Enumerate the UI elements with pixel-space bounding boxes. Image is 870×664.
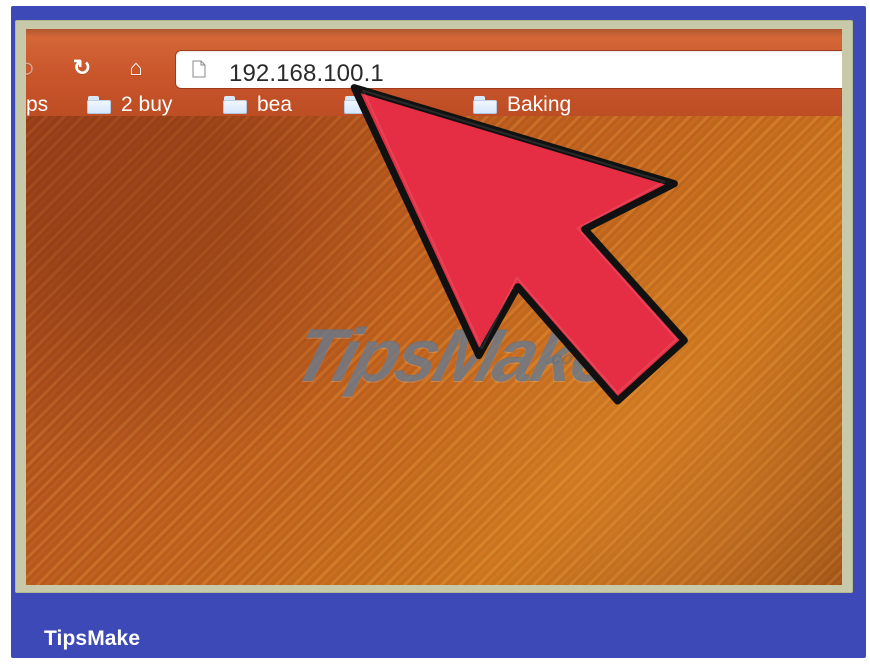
address-bar[interactable]: 192.168.100.1 (175, 50, 842, 89)
bookmark-label-2-buy: 2 buy (121, 92, 173, 116)
bookmark-ps[interactable]: ps (26, 93, 48, 116)
bookmark-label-bea: bea (257, 92, 293, 116)
reload-icon[interactable]: ↻ (69, 55, 95, 81)
bookmark-2-buy[interactable]: 2 buy (87, 93, 172, 116)
page-icon (192, 60, 206, 78)
toolbar-shadow (26, 29, 842, 37)
bookmark-bea[interactable]: bea (223, 93, 292, 116)
folder-icon (87, 95, 111, 114)
address-url: 192.168.100.1 (229, 60, 384, 87)
bookmark-label-ps: ps (26, 92, 49, 116)
folder-icon (344, 95, 368, 114)
bookmark-baking[interactable]: Baking (473, 93, 571, 116)
brand-caption: TipsMake (44, 627, 141, 650)
page-content-area: TipsMake .com (26, 116, 842, 585)
watermark-suffix: .com (543, 348, 594, 368)
tutorial-image-card: ⮌ ↻ ⌂ 192.168.100.1 ps (0, 0, 870, 664)
browser-navigation-row: ⮌ ↻ ⌂ 192.168.100.1 (26, 48, 842, 90)
folder-icon (223, 95, 247, 114)
browser-toolbar: ⮌ ↻ ⌂ 192.168.100.1 ps (26, 29, 842, 116)
bookmarks-bar: ps 2 buy bea Baking (26, 93, 842, 116)
browser-screenshot: ⮌ ↻ ⌂ 192.168.100.1 ps (26, 29, 842, 585)
folder-icon (473, 95, 497, 114)
bookmark-folder-obscured[interactable] (344, 93, 378, 116)
back-icon[interactable]: ⮌ (26, 55, 38, 81)
browser-screenshot-frame: ⮌ ↻ ⌂ 192.168.100.1 ps (15, 20, 853, 593)
bookmark-label-baking: Baking (507, 92, 572, 116)
home-icon[interactable]: ⌂ (123, 55, 149, 81)
